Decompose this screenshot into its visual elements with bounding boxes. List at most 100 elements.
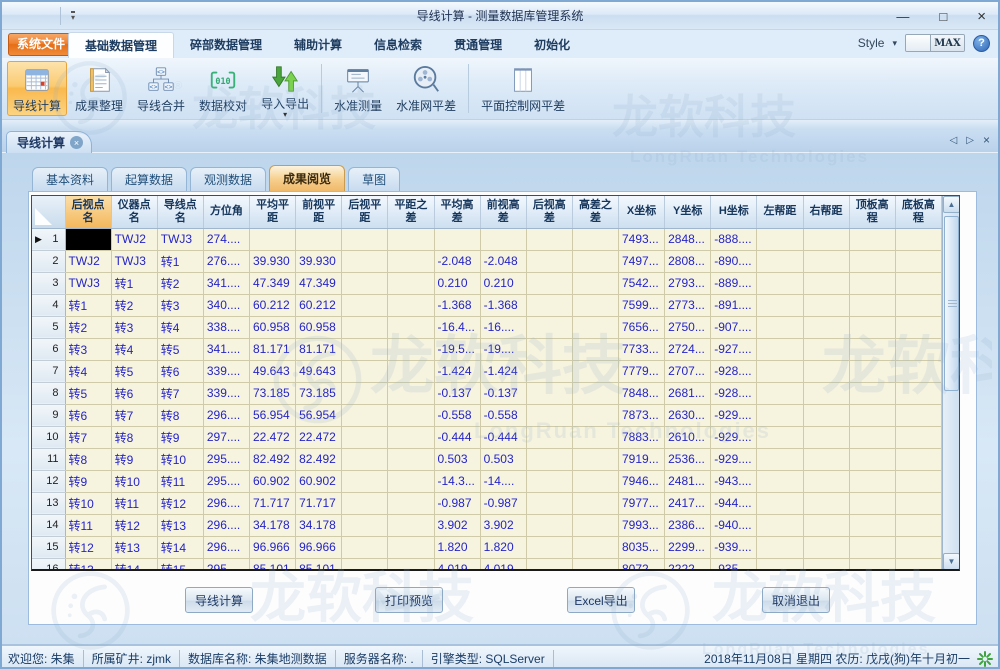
cell[interactable]: -890.... [711,250,757,272]
cell[interactable]: 转2 [111,294,157,316]
cell[interactable]: 转4 [65,360,111,382]
column-header[interactable]: 后视平距 [342,196,388,228]
column-header[interactable]: 后视点名 [65,196,111,228]
cell[interactable]: 7977... [619,492,665,514]
cell[interactable]: 转15 [157,558,203,571]
cell[interactable] [526,470,572,492]
cell[interactable]: -939.... [711,536,757,558]
cell[interactable]: 56.954 [250,404,296,426]
cell[interactable]: 295.... [203,470,249,492]
cell[interactable] [803,558,849,571]
cell[interactable]: TWJ2 [111,228,157,250]
cell[interactable]: -0.987 [480,492,526,514]
dropdown-caret-icon[interactable]: ▾ [283,112,287,118]
excel-export-button[interactable]: Excel导出 [567,587,635,613]
cell[interactable] [572,404,618,426]
cell[interactable]: TWJ3 [65,272,111,294]
vertical-scrollbar[interactable]: ▲ ▼ [942,196,959,570]
cell[interactable] [849,228,895,250]
cell[interactable]: 转13 [65,558,111,571]
cell[interactable]: 转7 [157,382,203,404]
cell[interactable] [526,360,572,382]
cell[interactable]: 转6 [157,360,203,382]
cell[interactable] [803,536,849,558]
cell[interactable] [572,426,618,448]
cell[interactable]: 276.... [203,250,249,272]
cell[interactable]: 7493... [619,228,665,250]
cell[interactable]: -0.444 [434,426,480,448]
minimize-icon[interactable]: — [896,9,909,24]
cell[interactable]: 转2 [157,272,203,294]
column-header[interactable]: 左帮距 [757,196,803,228]
max-toggle[interactable]: MAX [905,34,965,52]
cell[interactable] [803,360,849,382]
cell[interactable] [803,514,849,536]
column-header[interactable]: 顶板高程 [849,196,895,228]
cell[interactable] [388,514,434,536]
cell[interactable]: 转12 [157,492,203,514]
cell[interactable] [526,426,572,448]
cell[interactable]: 73.185 [296,382,342,404]
cell[interactable]: 2773... [665,294,711,316]
cell[interactable]: 295.... [203,448,249,470]
cell[interactable]: 2536... [665,448,711,470]
cell[interactable] [849,426,895,448]
cell[interactable]: 4.019 [480,558,526,571]
cell[interactable]: 转13 [111,536,157,558]
cell[interactable] [342,338,388,360]
row-number[interactable]: 15 [32,536,65,558]
ribbon-tab-0[interactable]: 基础数据管理 [68,32,174,58]
cell[interactable] [572,470,618,492]
subtab-2[interactable]: 观测数据 [190,167,266,191]
cell[interactable]: 60.958 [296,316,342,338]
cell[interactable] [388,558,434,571]
cell[interactable]: 2793... [665,272,711,294]
cell[interactable]: 71.717 [250,492,296,514]
cell[interactable] [803,250,849,272]
cell[interactable] [757,250,803,272]
style-selector[interactable]: Style [858,36,885,50]
cell[interactable]: 1.820 [480,536,526,558]
cell[interactable] [526,536,572,558]
cell[interactable] [849,448,895,470]
row-number[interactable]: 9 [32,404,65,426]
cell[interactable]: -2.048 [480,250,526,272]
maximize-icon[interactable]: □ [939,9,947,24]
cell[interactable]: 转7 [65,426,111,448]
ribbon-button-level-net-adjust[interactable]: 水准网平差 [390,61,462,116]
cell[interactable] [895,404,941,426]
cell[interactable] [388,536,434,558]
cell[interactable] [895,514,941,536]
column-header[interactable]: 仪器点名 [111,196,157,228]
subtab-4[interactable]: 草图 [348,167,400,191]
cell[interactable] [803,294,849,316]
column-header[interactable]: 平距之差 [388,196,434,228]
cell[interactable] [849,360,895,382]
cell[interactable]: 295.... [203,558,249,571]
cell[interactable]: 2724... [665,338,711,360]
cell[interactable] [388,316,434,338]
scroll-up-icon[interactable]: ▲ [943,196,960,213]
cell[interactable] [757,272,803,294]
cell[interactable] [526,492,572,514]
cell[interactable] [572,294,618,316]
cell[interactable]: 85.101 [250,558,296,571]
system-file-button[interactable]: 系统文件 [8,33,74,56]
cell[interactable] [757,316,803,338]
max-toggle-label[interactable]: MAX [930,35,964,51]
cell[interactable] [895,294,941,316]
column-header[interactable]: 平均平距 [250,196,296,228]
cell[interactable] [296,228,342,250]
cell[interactable] [388,228,434,250]
cell[interactable]: -16.4... [434,316,480,338]
cell[interactable] [849,514,895,536]
cell[interactable]: 7993... [619,514,665,536]
ribbon-button-data-check[interactable]: 010数据校对 [193,61,253,116]
subtab-3[interactable]: 成果阅览 [269,165,345,191]
cell[interactable] [342,448,388,470]
cell[interactable] [526,250,572,272]
cell[interactable] [342,360,388,382]
cell[interactable]: 3.902 [434,514,480,536]
cell[interactable]: -927.... [711,338,757,360]
cell[interactable] [526,338,572,360]
